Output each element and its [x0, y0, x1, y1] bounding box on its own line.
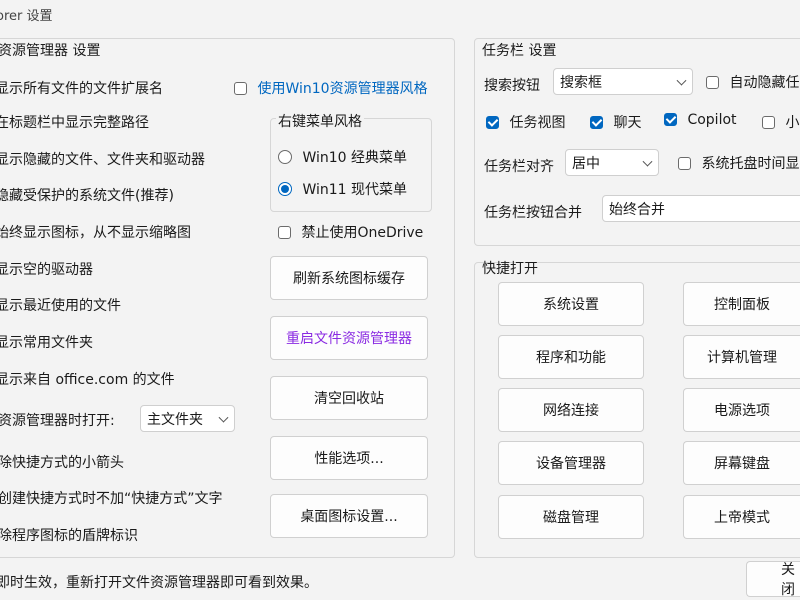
auto-hide-label: 自动隐藏任: [729, 75, 800, 91]
option-always-icons[interactable]: 始终显示图标，从不显示缩略图: [0, 222, 191, 242]
option-shield-icon[interactable]: 除程序图标的盾牌标识: [0, 525, 138, 545]
option-frequent-folders[interactable]: 显示常用文件夹: [0, 332, 93, 352]
close-button-label: 关闭: [781, 562, 795, 598]
copilot-checkbox[interactable]: Copilot: [664, 112, 737, 128]
device-manager-button[interactable]: 设备管理器: [498, 441, 644, 485]
checkbox-checked-icon: [590, 116, 603, 129]
radio-win11-label: Win11 现代菜单: [302, 182, 408, 198]
chevron-down-icon: [642, 156, 653, 167]
chevron-down-icon: [218, 412, 229, 423]
checkbox-icon: [706, 76, 719, 89]
option-shortcut-text[interactable]: 创建快捷方式时不加“快捷方式”文字: [0, 488, 223, 508]
taskbar-align-select[interactable]: 居中: [565, 149, 659, 176]
taskbar-align-label: 任务栏对齐: [484, 159, 554, 175]
search-button-select[interactable]: 搜索框: [553, 68, 693, 95]
footer-note: 即时生效，重新打开文件资源管理器即可看到效果。: [0, 575, 318, 591]
radio-win10-menu[interactable]: Win10 经典菜单: [278, 147, 407, 167]
power-options-button[interactable]: 电源选项: [683, 388, 800, 432]
taskbar-align-value: 居中: [572, 155, 600, 172]
option-office-files[interactable]: 显示来自 office.com 的文件: [0, 369, 175, 389]
option-show-extensions[interactable]: 显示所有文件的文件扩展名: [0, 78, 163, 98]
taskbar-settings-title: 任务栏 设置: [482, 43, 557, 59]
option-empty-drives[interactable]: 显示空的驱动器: [0, 259, 93, 279]
performance-options-button[interactable]: 性能选项...: [270, 436, 428, 480]
search-button-value: 搜索框: [560, 74, 602, 91]
taskbar-combine-value: 始终合并: [609, 201, 665, 218]
context-menu-title: 右键菜单风格: [276, 111, 364, 131]
god-mode-button[interactable]: 上帝模式: [683, 495, 800, 539]
radio-icon: [278, 150, 292, 164]
option-show-hidden[interactable]: 显示隐藏的文件、文件夹和驱动器: [0, 149, 205, 169]
tray-time-label: 系统托盘时间显: [701, 156, 800, 172]
quick-open-title: 快捷打开: [482, 261, 538, 277]
radio-icon: [278, 182, 292, 196]
win10-style-checkbox[interactable]: 使用Win10资源管理器风格: [234, 78, 428, 98]
system-settings-button[interactable]: 系统设置: [498, 282, 644, 326]
open-to-select[interactable]: 主文件夹: [140, 405, 235, 432]
disable-onedrive-label: 禁止使用OneDrive: [301, 225, 424, 241]
small-checkbox[interactable]: 小: [762, 112, 799, 132]
control-panel-button[interactable]: 控制面板: [683, 282, 800, 326]
copilot-label: Copilot: [687, 112, 737, 128]
empty-recycle-bin-button[interactable]: 清空回收站: [270, 376, 428, 420]
open-to-value: 主文件夹: [147, 411, 203, 428]
explorer-settings-title: 资源管理器 设置: [0, 43, 101, 59]
taskbar-combine-select[interactable]: 始终合并: [602, 195, 800, 222]
computer-management-button[interactable]: 计算机管理: [683, 335, 800, 379]
restart-explorer-button[interactable]: 重启文件资源管理器: [270, 316, 428, 360]
option-full-path[interactable]: 在标题栏中显示完整路径: [0, 112, 149, 132]
chat-label: 聊天: [613, 115, 642, 131]
radio-win10-label: Win10 经典菜单: [302, 150, 408, 166]
search-button-label: 搜索按钮: [484, 78, 540, 94]
disk-management-button[interactable]: 磁盘管理: [498, 495, 644, 539]
option-hide-protected[interactable]: 隐藏受保护的系统文件(推荐): [0, 185, 174, 205]
option-shortcut-arrow[interactable]: 除快捷方式的小箭头: [0, 452, 124, 472]
small-label: 小: [785, 115, 800, 131]
desktop-icon-settings-button[interactable]: 桌面图标设置...: [270, 494, 428, 538]
checkbox-checked-icon: [664, 113, 677, 126]
win10-style-label: 使用Win10资源管理器风格: [257, 81, 428, 97]
checkbox-icon: [234, 82, 247, 95]
window-title: orer 设置: [0, 9, 53, 24]
task-view-label: 任务视图: [509, 115, 566, 131]
task-view-checkbox[interactable]: 任务视图: [486, 112, 565, 132]
taskbar-combine-label: 任务栏按钮合并: [484, 205, 582, 221]
option-recent-files[interactable]: 显示最近使用的文件: [0, 295, 121, 315]
tray-time-checkbox[interactable]: 系统托盘时间显: [678, 153, 799, 173]
on-screen-keyboard-button[interactable]: 屏幕键盘: [683, 441, 800, 485]
auto-hide-checkbox[interactable]: 自动隐藏任: [706, 72, 799, 92]
checkbox-checked-icon: [486, 116, 499, 129]
checkbox-icon: [678, 157, 691, 170]
chevron-down-icon: [676, 75, 687, 86]
close-button[interactable]: 关闭: [746, 561, 800, 598]
refresh-icon-cache-button[interactable]: 刷新系统图标缓存: [270, 256, 428, 300]
chat-checkbox[interactable]: 聊天: [590, 112, 641, 132]
programs-features-button[interactable]: 程序和功能: [498, 335, 644, 379]
network-connections-button[interactable]: 网络连接: [498, 388, 644, 432]
checkbox-icon: [278, 226, 291, 239]
disable-onedrive-checkbox[interactable]: 禁止使用OneDrive: [278, 222, 423, 242]
open-to-label: 资源管理器时打开:: [0, 413, 115, 429]
checkbox-icon: [762, 116, 775, 129]
radio-win11-menu[interactable]: Win11 现代菜单: [278, 179, 407, 199]
